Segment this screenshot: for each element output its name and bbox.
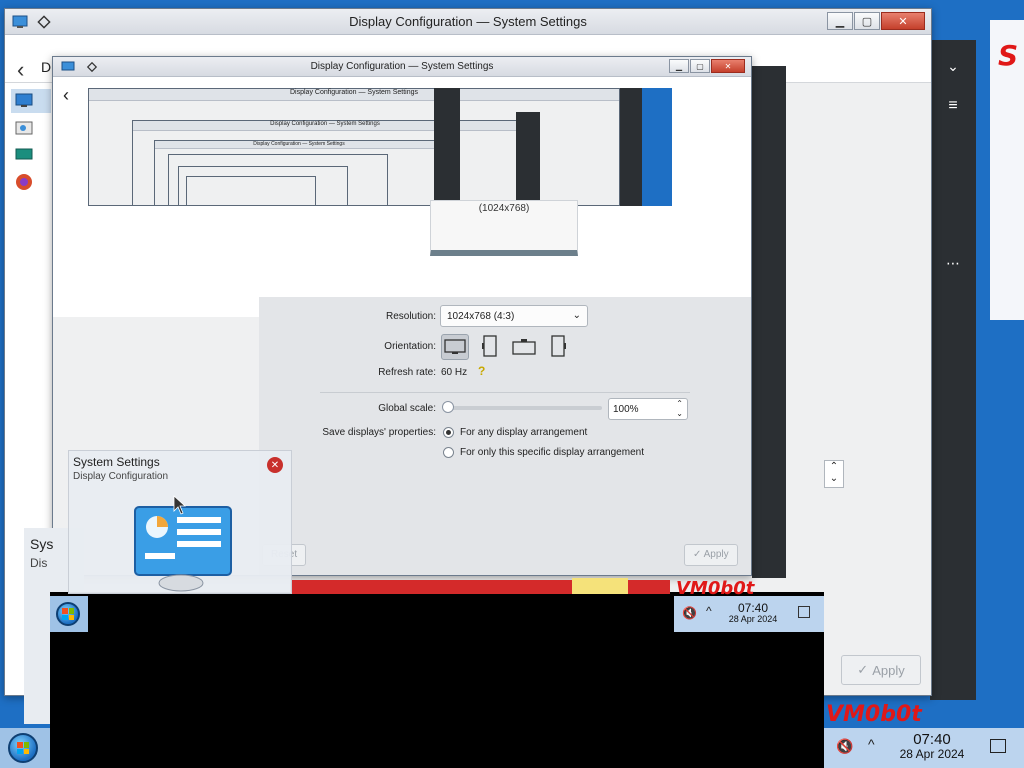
resolution-label: Resolution: [385, 311, 436, 322]
global-scale-spinbox[interactable]: 100% ⌃ ⌄ [608, 398, 688, 420]
volume-muted-icon[interactable]: 🔇 [682, 606, 697, 620]
start-button[interactable] [8, 733, 38, 763]
chevron-up-icon[interactable]: ^ [868, 736, 875, 752]
back-button[interactable]: ‹ [63, 85, 69, 106]
save-properties-label: Save displays' properties: [322, 427, 436, 438]
middle-titlebar[interactable]: Display Configuration — System Settings … [53, 57, 751, 77]
minimize-button[interactable]: ▁ [827, 12, 853, 30]
screen-icon[interactable] [15, 147, 33, 166]
volume-muted-icon[interactable]: 🔇 [836, 738, 853, 755]
close-button[interactable]: ✕ [881, 12, 925, 30]
hamburger-menu-icon[interactable]: ≡ [930, 97, 976, 115]
check-icon: ✓ [857, 662, 869, 677]
global-scale-label: Global scale: [378, 403, 436, 414]
spin-arrows-icon[interactable]: ⌃ ⌄ [676, 399, 683, 419]
mouse-cursor-icon [173, 495, 187, 518]
orientation-label: Orientation: [384, 341, 436, 352]
settings-icon[interactable] [15, 121, 33, 140]
minimize-button[interactable]: ▁ [669, 59, 689, 73]
windows-logo-icon [62, 608, 74, 620]
show-desktop-icon[interactable] [990, 739, 1006, 753]
dark-settings-window: ⌄ ≡ ⋯ [930, 40, 976, 700]
spin-arrows-icon[interactable]: ⌃ ⌄ [824, 460, 844, 488]
window-title: Display Configuration — System Settings [349, 14, 587, 29]
separator [320, 392, 690, 393]
more-icon[interactable]: ⋯ [930, 255, 976, 272]
nested-dark-fragment [620, 88, 642, 206]
outer-breadcrumb: D [41, 59, 52, 75]
inner-taskbar [50, 596, 88, 632]
watermark-text: VM0b0t [826, 702, 922, 727]
close-icon[interactable]: ✕ [267, 457, 283, 473]
save-any-arrangement-label[interactable]: For any display arrangement [460, 427, 587, 438]
monitor-preview[interactable]: (1024x768) [430, 200, 578, 256]
outer-apply-button[interactable]: ✓ Apply [841, 655, 921, 685]
nested-window [186, 176, 316, 206]
chevron-down-icon: ⌄ [572, 310, 581, 321]
global-scale-slider[interactable] [444, 406, 602, 410]
orientation-inverted-button[interactable] [510, 334, 538, 360]
main-system-tray: 🔇 ^ 07:40 28 Apr 2024 [824, 728, 1024, 768]
notification-title: System Settings [73, 455, 160, 469]
apply-button[interactable]: ✓ Apply [684, 544, 738, 566]
resolution-dropdown[interactable]: 1024x768 (4:3) ⌄ [440, 305, 588, 327]
refresh-rate-label: Refresh rate: [378, 367, 436, 378]
monitor-resolution-label: (1024x768) [478, 203, 530, 214]
global-scale-slider-handle[interactable] [442, 401, 454, 413]
portrait-monitor-icon [482, 335, 497, 357]
back-button[interactable]: ‹ [17, 57, 24, 83]
inverted-monitor-icon [512, 339, 536, 355]
recursive-screen-capture: Display Configuration — System Settings … [88, 88, 672, 206]
check-icon: ✓ [693, 549, 704, 560]
window-title: Display Configuration — System Settings [310, 61, 494, 72]
start-button[interactable] [56, 602, 80, 626]
orientation-portrait-right-button[interactable] [544, 334, 572, 360]
windows-logo-icon [17, 742, 29, 754]
landscape-monitor-icon [444, 339, 466, 354]
outer-titlebar[interactable]: Display Configuration — System Settings … [5, 9, 931, 35]
background-red-text: S [998, 39, 1019, 72]
dark-window-fragment [752, 66, 786, 578]
nested-dark-fragment [516, 112, 540, 206]
chevron-down-icon[interactable]: ⌄ [930, 58, 976, 75]
main-taskbar [0, 728, 50, 768]
orientation-landscape-button[interactable] [441, 334, 469, 360]
refresh-rate-value: 60 Hz [441, 367, 468, 378]
notification-popup[interactable]: System Settings Display Configuration ✕ [68, 450, 292, 594]
save-specific-arrangement-radio[interactable] [443, 447, 454, 458]
inner-clock[interactable]: 07:40 28 Apr 2024 [726, 602, 780, 624]
inner-system-tray: 🔇 ^ 07:40 28 Apr 2024 [674, 596, 824, 632]
monitor-icon [15, 93, 33, 112]
chevron-up-icon[interactable]: ^ [706, 604, 712, 618]
show-desktop-icon[interactable] [798, 606, 810, 618]
nested-dark-fragment [434, 88, 460, 206]
color-wheel-icon[interactable] [15, 173, 33, 194]
background-image-fragment [572, 578, 628, 594]
notification-subtitle: Display Configuration [73, 471, 169, 482]
close-button[interactable]: ✕ [711, 59, 745, 73]
save-specific-arrangement-label[interactable]: For only this specific display arrangeme… [460, 447, 644, 458]
main-clock[interactable]: 07:40 28 Apr 2024 [892, 732, 972, 760]
save-any-arrangement-radio[interactable] [443, 427, 454, 438]
maximize-button[interactable]: ▢ [854, 12, 880, 30]
maximize-button[interactable]: ▢ [690, 59, 710, 73]
orientation-portrait-left-button[interactable] [476, 334, 504, 360]
help-icon[interactable]: ? [478, 364, 485, 378]
portrait-monitor-icon [551, 335, 566, 357]
